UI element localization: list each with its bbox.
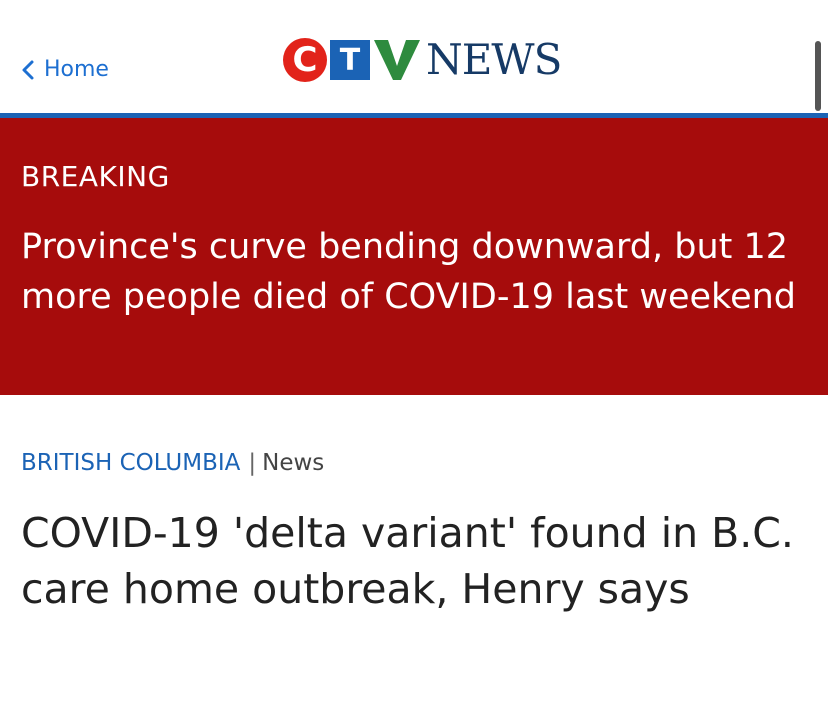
logo-wordmark: NEWS bbox=[426, 35, 562, 84]
breaking-headline: Province's curve bending downward, but 1… bbox=[21, 227, 797, 317]
breaking-news-banner[interactable]: BREAKING Province's curve bending downwa… bbox=[0, 118, 828, 395]
article-headline[interactable]: COVID-19 'delta variant' found in B.C. c… bbox=[21, 505, 811, 617]
breaking-tag: BREAKING bbox=[21, 160, 170, 193]
section-separator: | bbox=[248, 450, 257, 476]
top-navigation-bar: Home C T NEWS bbox=[0, 0, 828, 113]
logo-letter-c: C bbox=[283, 38, 327, 82]
logo-letter-v bbox=[374, 40, 420, 80]
ctv-news-logo[interactable]: C T NEWS bbox=[283, 35, 562, 85]
article-section-line: BRITISH COLUMBIA | News bbox=[21, 450, 324, 476]
section-link[interactable]: BRITISH COLUMBIA bbox=[21, 450, 240, 476]
article-type: News bbox=[262, 450, 325, 476]
back-button[interactable]: Home bbox=[18, 57, 109, 83]
back-button-label: Home bbox=[44, 57, 109, 82]
chevron-left-icon bbox=[22, 60, 34, 80]
logo-letter-t: T bbox=[330, 40, 370, 80]
scrollbar[interactable] bbox=[815, 41, 821, 111]
